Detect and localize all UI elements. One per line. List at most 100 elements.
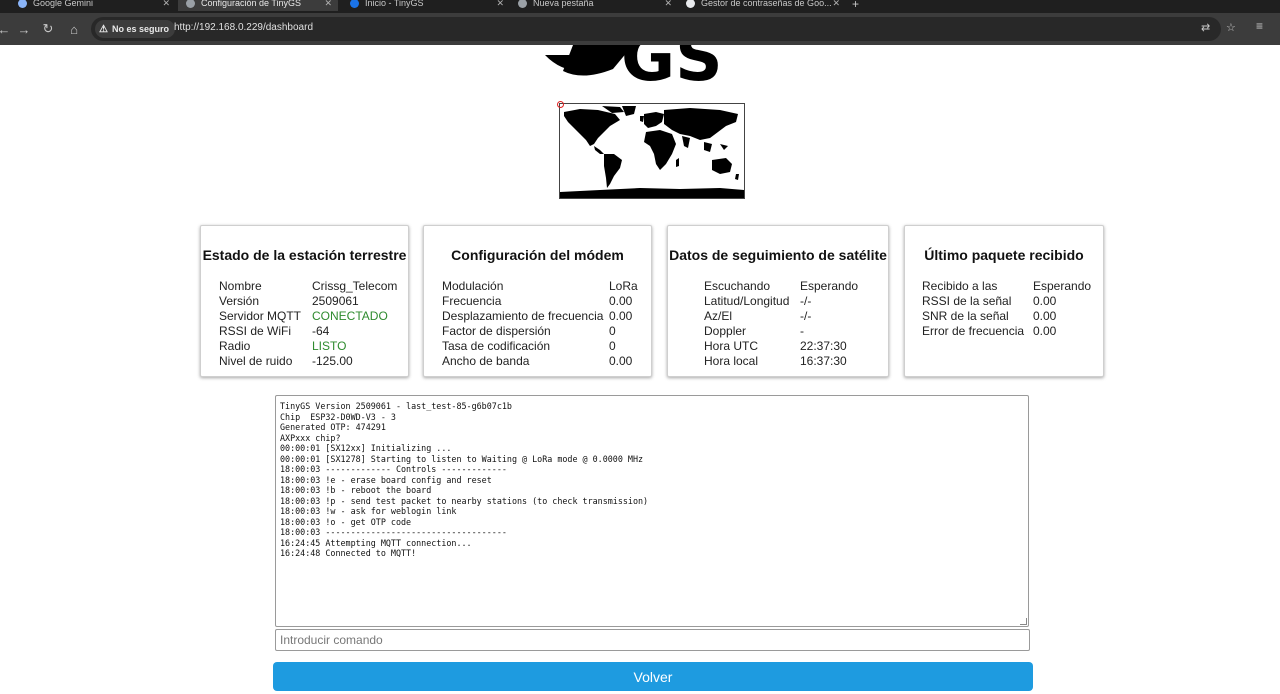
row-label: Tasa de codificación [442, 339, 551, 353]
tracking-row: Hora UTC 22:37:30 [668, 339, 888, 354]
console-line: 16:24:48 Connected to MQTT! [280, 548, 417, 558]
card-title: Último paquete recibido [924, 247, 1084, 263]
row-value: 0 [609, 324, 616, 338]
row-label: Radio [219, 339, 251, 353]
modem-row: Tasa de codificación 0 [424, 339, 651, 354]
forward-arrow-icon[interactable]: → [14, 19, 34, 39]
row-value: -/- [800, 309, 812, 323]
close-icon[interactable]: ✕ [832, 0, 840, 9]
tab-label: Nueva pestaña [533, 0, 594, 8]
reload-icon[interactable]: ↻ [38, 19, 58, 39]
packet-row: SNR de la señal 0.00 [905, 309, 1103, 324]
command-input[interactable] [275, 629, 1030, 651]
packet-row: Error de frecuencia 0.00 [905, 324, 1103, 339]
tinygs-icon [350, 0, 359, 8]
modem-row: Factor de dispersión 0 [424, 324, 651, 339]
row-label: Factor de dispersión [442, 324, 551, 338]
radio-status: LISTO [312, 339, 347, 353]
close-icon[interactable]: ✕ [162, 0, 170, 9]
resize-handle-icon[interactable] [1020, 618, 1027, 625]
close-icon[interactable]: ✕ [324, 0, 332, 9]
menu-icon[interactable]: ≡ [1256, 19, 1263, 33]
logo-text: GS [621, 45, 723, 81]
tab-google-gemini[interactable]: Google Gemini ✕ [18, 0, 176, 11]
console-line: 18:00:03 !o - get OTP code [280, 516, 412, 527]
key-icon [686, 0, 695, 8]
home-icon[interactable]: ⌂ [64, 19, 84, 39]
back-button[interactable]: Volver [273, 662, 1033, 691]
row-value: Esperando [1033, 279, 1092, 293]
modem-config-card: Configuración del módem Modulación LoRa … [423, 225, 652, 377]
station-row-noise: Nivel de ruido -125.00 [201, 354, 408, 369]
satellite-marker [557, 101, 564, 108]
modem-row: Frecuencia 0.00 [424, 294, 651, 309]
row-value: 0.00 [1033, 309, 1057, 323]
row-value: 22:37:30 [800, 339, 847, 353]
close-icon[interactable]: ✕ [496, 0, 504, 9]
packet-row: RSSI de la señal 0.00 [905, 294, 1103, 309]
bookmark-star-icon[interactable]: ☆ [1226, 21, 1236, 34]
tab-label: Configuración de TinyGS [201, 0, 302, 8]
url-text[interactable]: http://192.168.0.229/dashboard [174, 22, 313, 33]
row-value: LoRa [609, 279, 638, 293]
console-line: AXPxxx chip? [280, 432, 341, 443]
satellite-tracking-card: Datos de seguimiento de satélite Escucha… [667, 225, 889, 377]
station-row-name: Nombre Crissg_Telecom [201, 279, 408, 294]
row-value: -64 [312, 324, 330, 338]
console-line: 00:00:01 [SX1278] Starting to listen to … [280, 453, 644, 464]
row-label: Versión [219, 294, 260, 308]
tracking-row: Latitud/Longitud -/- [668, 294, 888, 309]
row-label: Ancho de banda [442, 354, 530, 368]
tinygs-logo: GS [543, 45, 765, 81]
address-bar[interactable]: ⚠ No es seguro http://192.168.0.229/dash… [91, 17, 1236, 41]
console-line: 18:00:03 !b - reboot the board [280, 485, 432, 495]
tab-label: Gestor de contraseñas de Goo... [701, 0, 832, 8]
console-line: 16:24:45 Attempting MQTT connection... [280, 537, 472, 548]
console-log[interactable]: TinyGS Version 2509061 - last_test-85-g6… [275, 395, 1029, 627]
station-row-mqtt: Servidor MQTT CONECTADO [201, 309, 408, 324]
console-line: 18:00:03 !p - send test packet to nearby… [280, 495, 649, 506]
modem-row: Desplazamiento de frecuencia 0.00 [424, 309, 651, 324]
row-value: - [800, 324, 804, 338]
console-line: Generated OTP: 474291 [280, 422, 386, 432]
row-label: Doppler [704, 324, 747, 338]
tracking-row: Az/El -/- [668, 309, 888, 324]
station-row-rssi: RSSI de WiFi -64 [201, 324, 408, 339]
new-tab-icon[interactable]: + [852, 0, 859, 11]
close-icon[interactable]: ✕ [664, 0, 672, 9]
card-title: Datos de seguimiento de satélite [669, 247, 887, 263]
security-indicator[interactable]: ⚠ No es seguro [95, 20, 175, 38]
row-value: -/- [800, 294, 812, 308]
row-value: 0.00 [609, 354, 633, 368]
tab-tinygs-config[interactable]: Configuración de TinyGS ✕ [178, 0, 338, 11]
card-title: Configuración del módem [451, 247, 624, 263]
row-value: Crissg_Telecom [312, 279, 398, 293]
console-line: 00:00:01 [SX12xx] Initializing ... [280, 443, 452, 453]
row-value: 0.00 [1033, 294, 1057, 308]
row-value: -125.00 [312, 354, 353, 368]
back-arrow-icon[interactable]: ← [0, 19, 14, 39]
browser-tab-strip: Google Gemini ✕ Configuración de TinyGS … [0, 0, 1280, 13]
packet-row: Recibido a las Esperando [905, 279, 1103, 294]
station-row-version: Versión 2509061 [201, 294, 408, 309]
gemini-icon [18, 0, 27, 8]
tracking-row: Doppler - [668, 324, 888, 339]
tab-new-tab[interactable]: Nueva pestaña ✕ [518, 0, 678, 11]
tab-password-manager[interactable]: Gestor de contraseñas de Goo... ✕ [686, 0, 846, 11]
row-label: RSSI de WiFi [219, 324, 292, 338]
mqtt-status: CONECTADO [312, 309, 388, 323]
row-value: 0.00 [609, 294, 633, 308]
station-status-card: Estado de la estación terrestre Nombre C… [200, 225, 409, 377]
row-label: Recibido a las [922, 279, 998, 293]
tab-label: Google Gemini [33, 0, 94, 8]
tab-tinygs-home[interactable]: Inicio - TinyGS ✕ [350, 0, 510, 11]
row-value: 0 [609, 339, 616, 353]
console-line: 18:00:03 !w - ask for weblogin link [280, 506, 457, 516]
row-value: Esperando [800, 279, 859, 293]
tracking-row: Escuchando Esperando [668, 279, 888, 294]
card-title: Estado de la estación terrestre [202, 247, 407, 263]
translate-icon[interactable]: ⇄ [1201, 21, 1210, 34]
row-label: Desplazamiento de frecuencia [442, 309, 604, 323]
warning-icon: ⚠ [99, 23, 108, 35]
row-label: Modulación [442, 279, 504, 293]
